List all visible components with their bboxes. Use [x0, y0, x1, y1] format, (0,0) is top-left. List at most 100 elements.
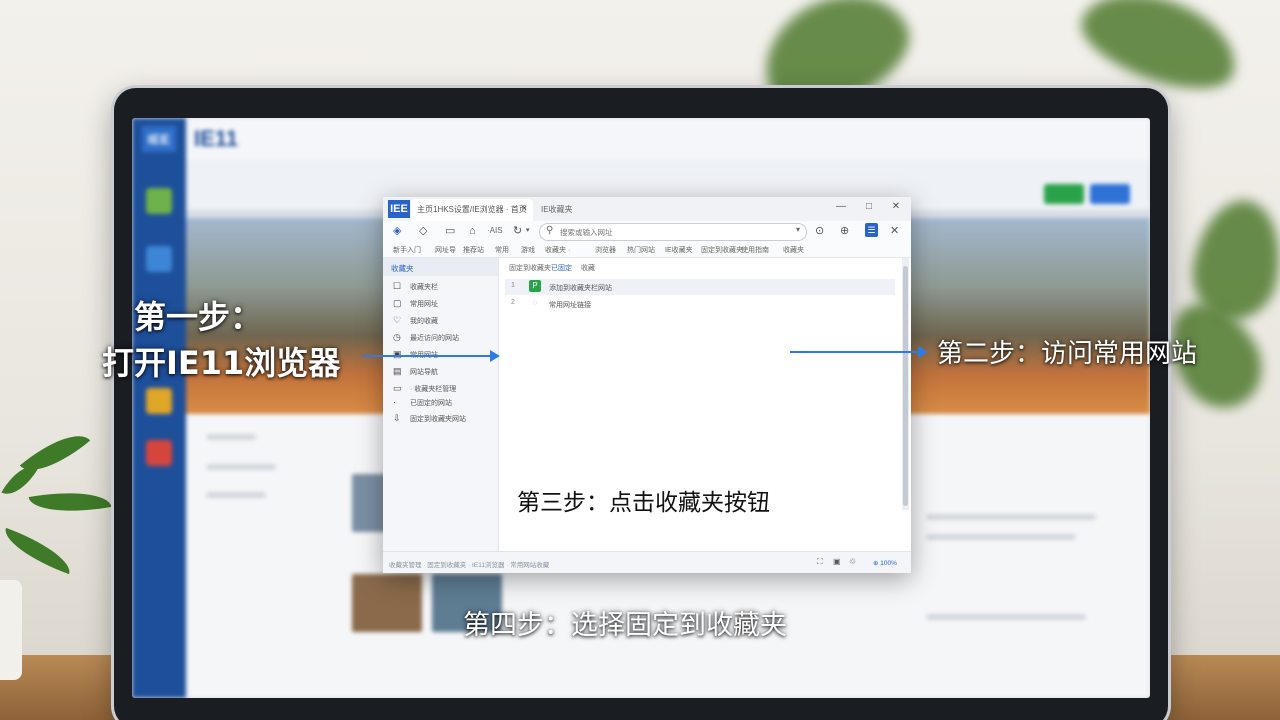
address-input[interactable]: 搜索或输入网址: [560, 227, 613, 238]
bg-text-line: [206, 434, 256, 440]
status-text: 收藏夹管理 · 固定到收藏夹 · IE11浏览器 · 常用网站收藏: [389, 562, 550, 569]
sidebar-item[interactable]: ☐ 收藏夹栏: [383, 278, 498, 295]
sidebar-item[interactable]: ▢ 常用网址: [383, 295, 498, 312]
address-bar[interactable]: ⚲ 搜索或输入网址 ▾: [539, 223, 807, 241]
link-item[interactable]: 收藏夹: [783, 245, 804, 255]
sidebar-item-label: 我的收藏: [410, 318, 438, 325]
sidebar-item[interactable]: ▤ 网站导航: [383, 363, 498, 380]
link-item[interactable]: 热门网站: [627, 245, 655, 255]
settings-icon[interactable]: ⊙: [815, 225, 824, 237]
link-item[interactable]: 推荐站: [463, 245, 484, 255]
list-item-label: 添加到收藏夹栏网站: [549, 285, 612, 292]
minimize-button[interactable]: —: [833, 201, 849, 212]
sidebar-title: 收藏夹: [391, 264, 414, 273]
bg-text-line: [926, 614, 1086, 620]
bg-tile: [146, 388, 172, 414]
search-icon: ⚲: [546, 225, 554, 236]
sidebar-header: 收藏夹: [383, 258, 498, 276]
website-icon: ▣: [393, 349, 402, 359]
bg-app-logo: IEE: [142, 126, 176, 152]
ie-active-tab[interactable]: 主页1HKS设置/IE浏览器 · 首页 ×: [411, 199, 533, 221]
navigation-icon: ▤: [393, 366, 402, 376]
step1-arrow-head: [490, 350, 500, 362]
link-item[interactable]: 使用指南: [741, 245, 769, 255]
maximize-button[interactable]: □: [861, 201, 877, 212]
favorites-star-icon[interactable]: ⌂: [469, 225, 476, 237]
step1-line2: 打开IE11浏览器: [102, 344, 341, 382]
step1-line1: 第一步：: [134, 298, 263, 336]
manage-icon: ▭: [393, 383, 402, 393]
step3-caption: 第三步：点击收藏夹按钮: [517, 490, 770, 516]
folder-icon: ▢: [393, 298, 402, 308]
address-dropdown-icon[interactable]: ▾: [796, 225, 800, 234]
tab-pin[interactable]: 固定到收藏夹: [509, 263, 551, 273]
fullscreen-icon[interactable]: ⛶: [817, 557, 823, 567]
bg-text-line: [926, 534, 1076, 540]
step1-arrow: [362, 355, 490, 357]
bg-text-line: [206, 492, 266, 498]
link-item[interactable]: 游戏: [521, 245, 535, 255]
main-tabs: 固定到收藏夹 已固定 收藏: [499, 258, 899, 276]
close-window-button[interactable]: ✕: [888, 201, 904, 212]
bg-ie-title: IE11: [194, 126, 239, 151]
bg-text-line: [926, 514, 1096, 520]
sidebar-item-label: 网站导航: [410, 369, 438, 376]
ie-second-tab[interactable]: IE收藏夹: [541, 204, 573, 215]
zoom-level[interactable]: ⊕ 100%: [873, 559, 897, 567]
list-item-label: 常用网址链接: [549, 302, 591, 309]
list-item[interactable]: 2 ◌ 常用网址链接: [505, 296, 895, 312]
bg-green-button: [1044, 184, 1084, 204]
link-item[interactable]: IE收藏夹: [665, 245, 693, 255]
favorites-link-bar: 新手入门 网址导 推荐站 常用 游戏 收藏夹 · 浏览器 热门网站 IE收藏夹 …: [383, 241, 911, 258]
step2-arrow-head: [918, 346, 928, 358]
step2-arrow: [790, 351, 918, 353]
dot-icon: ·: [393, 397, 396, 407]
sidebar-item[interactable]: ◷ 最近访问的网站: [383, 329, 498, 346]
sidebar-item-label: 收藏夹栏: [410, 284, 438, 291]
favorites-button-icon[interactable]: ☰: [865, 223, 878, 237]
tab-pinned[interactable]: 已固定: [551, 263, 572, 273]
scrollbar-thumb[interactable]: [903, 266, 908, 506]
sidebar-item-label: 已固定的网站: [410, 400, 452, 407]
bg-tile: [146, 440, 172, 466]
close-sidebar-icon[interactable]: ✕: [890, 225, 899, 237]
sidebar-item[interactable]: · 已固定的网站: [383, 394, 498, 411]
link-icon: ◌: [532, 298, 538, 307]
back-icon[interactable]: ◈: [393, 225, 401, 237]
history-icon: ◷: [393, 332, 401, 342]
sync-icon[interactable]: ♲: [849, 557, 856, 566]
link-item[interactable]: 网址导: [435, 245, 456, 255]
bg-tile: [146, 246, 172, 272]
list-item[interactable]: 1 P 添加到收藏夹栏网站: [505, 279, 895, 295]
link-item[interactable]: 固定到收藏夹: [701, 245, 743, 255]
sidebar-item-label: 固定到收藏夹网站: [410, 416, 466, 423]
step2-caption: 第二步：访问常用网站: [937, 339, 1198, 369]
heart-icon: ♡: [393, 315, 402, 325]
close-tab-icon[interactable]: ×: [522, 203, 527, 213]
list-number: 1: [511, 282, 515, 289]
link-item[interactable]: 常用: [495, 245, 509, 255]
step4-caption: 第四步：选择固定到收藏夹: [463, 610, 787, 641]
home-icon[interactable]: ◇: [419, 225, 427, 237]
sidebar-item[interactable]: ⇩ 固定到收藏夹网站: [383, 410, 498, 427]
sidebar-item[interactable]: ♡ 我的收藏: [383, 312, 498, 329]
download-icon[interactable]: ⊕: [840, 225, 849, 237]
sidebar-item-label: 最近访问的网站: [410, 335, 459, 342]
link-item[interactable]: 浏览器: [595, 245, 616, 255]
bg-sidebar: IEE: [132, 118, 186, 698]
page-icon[interactable]: ▭: [445, 225, 455, 237]
bg-thumbnail: [352, 574, 422, 632]
plant-pot: [0, 580, 22, 680]
tab-favorites[interactable]: 收藏: [581, 263, 595, 273]
sidebar-item-label: · 收藏夹栏管理: [410, 386, 457, 393]
dropdown-icon[interactable]: ▾: [526, 225, 530, 237]
pin-icon: ⇩: [393, 413, 401, 423]
toolbar-text: ·AIS: [487, 226, 503, 235]
list-number: 2: [511, 299, 515, 306]
view-icon[interactable]: ▣: [833, 557, 841, 566]
link-item[interactable]: 新手入门: [393, 245, 421, 255]
bg-toolbar: IE11: [186, 118, 1150, 160]
refresh-icon[interactable]: ↻: [513, 225, 522, 237]
link-item[interactable]: 收藏夹 ·: [545, 245, 570, 255]
folder-icon: ☐: [393, 281, 402, 291]
